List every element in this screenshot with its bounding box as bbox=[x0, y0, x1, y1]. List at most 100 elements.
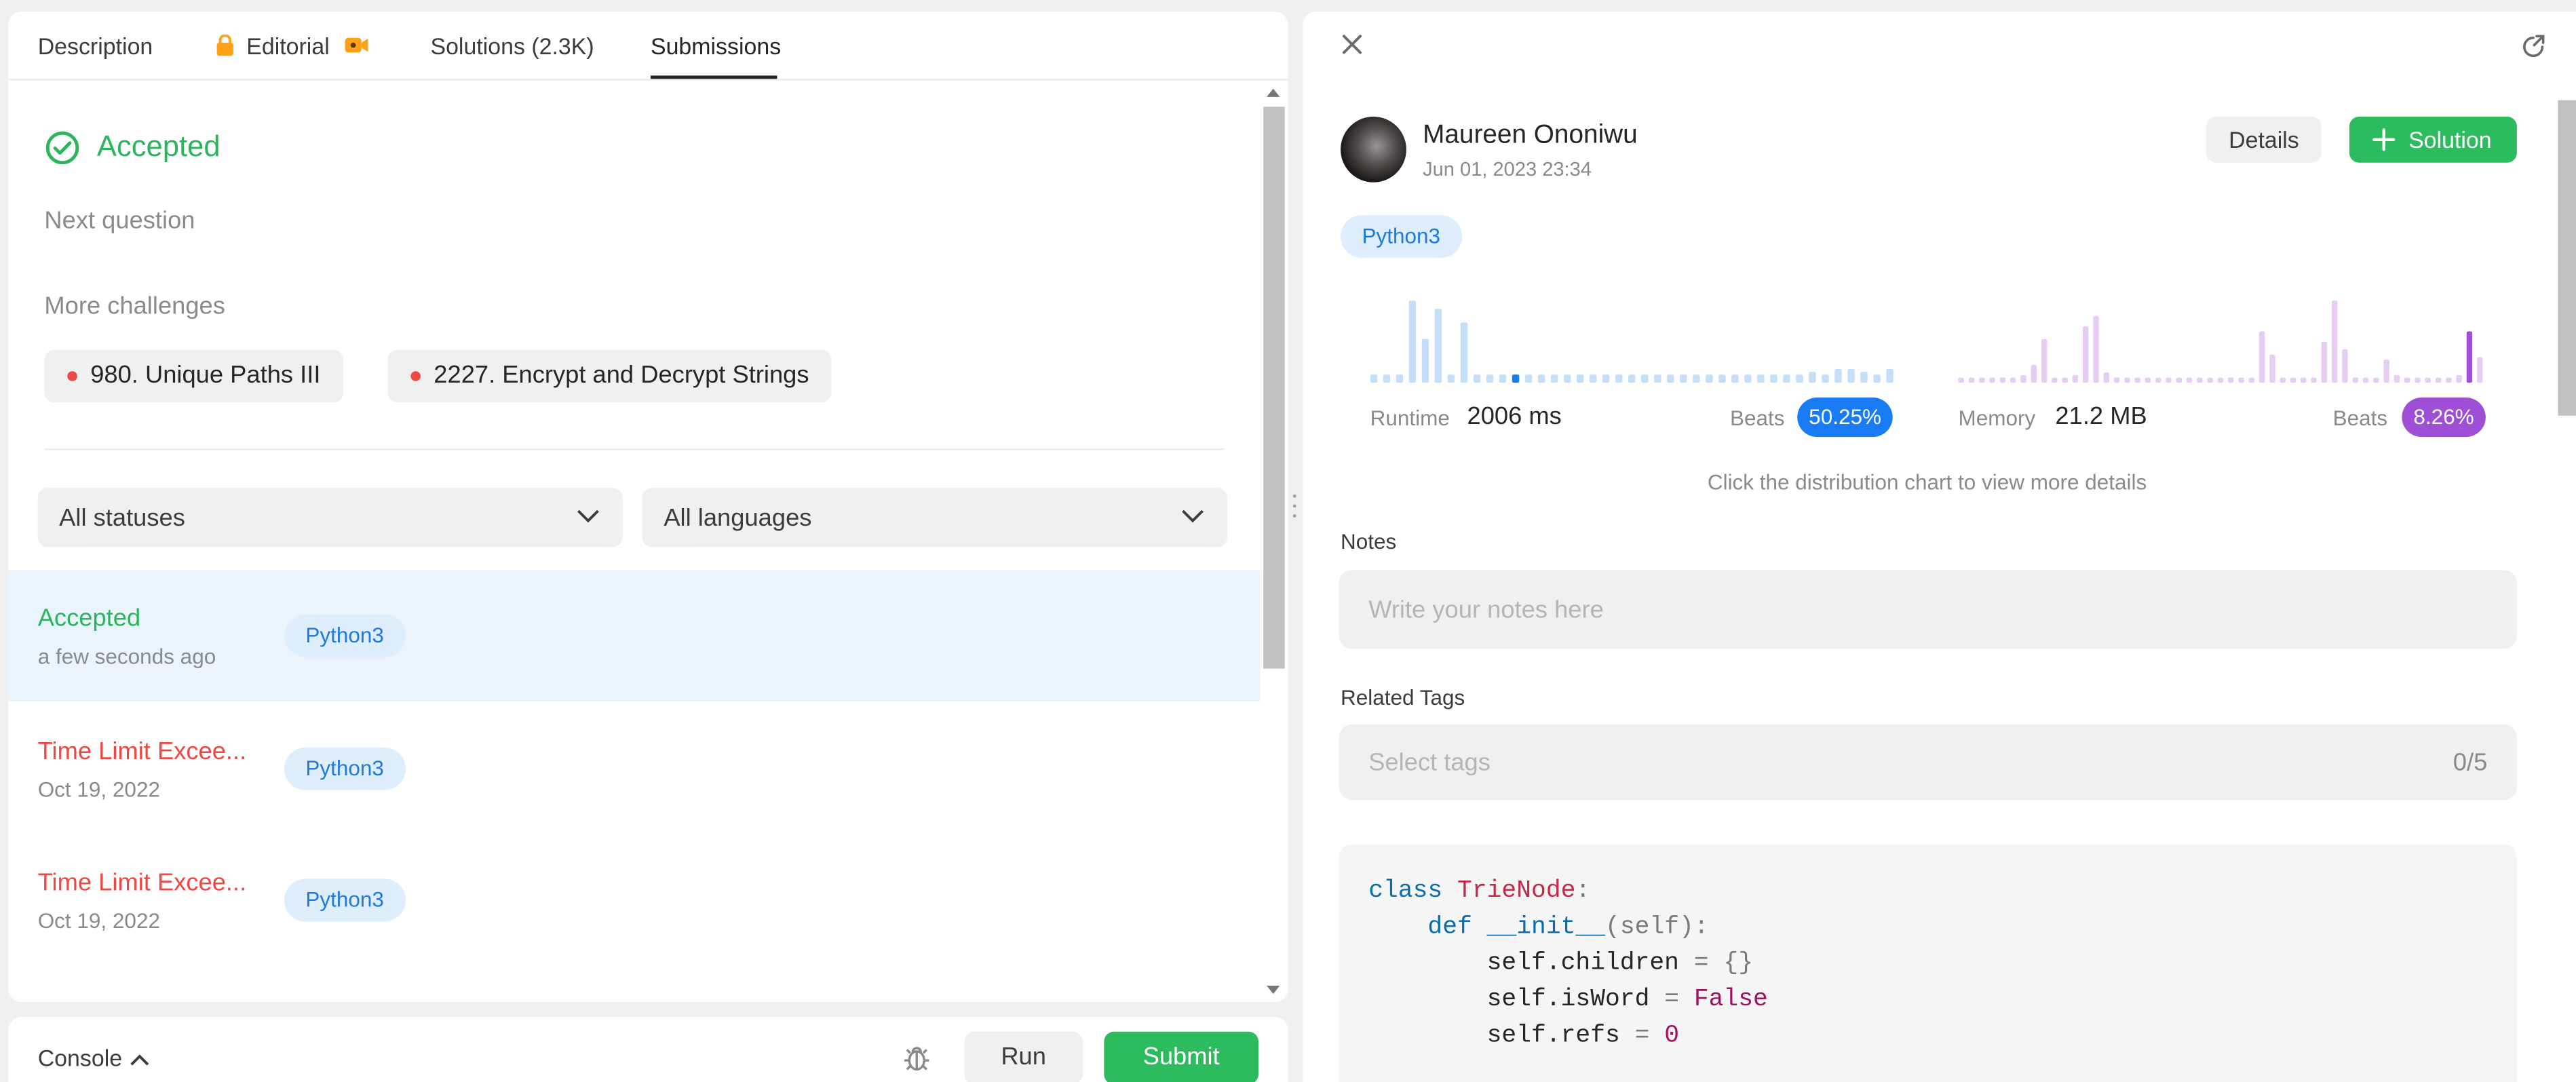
distribution-bar[interactable] bbox=[2052, 377, 2058, 383]
distribution-bar[interactable] bbox=[2404, 377, 2410, 383]
tab-solutions[interactable]: Solutions (2.3K) bbox=[430, 33, 594, 59]
distribution-bar[interactable] bbox=[2041, 339, 2048, 383]
scrollbar[interactable] bbox=[1260, 81, 1288, 1003]
distribution-bar[interactable] bbox=[2394, 374, 2400, 383]
distribution-bar[interactable] bbox=[1589, 374, 1597, 383]
distribution-bar[interactable] bbox=[1383, 374, 1391, 383]
tab-editorial[interactable]: Editorial bbox=[246, 33, 330, 59]
distribution-bar[interactable] bbox=[1615, 374, 1623, 383]
distribution-bar[interactable] bbox=[2331, 301, 2338, 383]
open-external-icon[interactable] bbox=[2520, 33, 2547, 59]
post-solution-button[interactable]: Solution bbox=[2349, 116, 2517, 163]
scroll-down-icon[interactable] bbox=[1267, 985, 1280, 994]
submission-row[interactable]: Time Limit Excee... Oct 19, 2022 Python3 bbox=[8, 834, 1260, 966]
distribution-bar[interactable] bbox=[2352, 377, 2358, 383]
distribution-bar[interactable] bbox=[1576, 374, 1584, 383]
distribution-bar[interactable] bbox=[2124, 377, 2130, 383]
distribution-bar[interactable] bbox=[2207, 377, 2213, 383]
distribution-bar[interactable] bbox=[1667, 374, 1674, 383]
distribution-bar[interactable] bbox=[2031, 364, 2037, 383]
distribution-bar[interactable] bbox=[2113, 377, 2120, 383]
distribution-bar[interactable] bbox=[2425, 377, 2431, 383]
scrollbar-thumb[interactable] bbox=[2558, 100, 2576, 416]
distribution-bar[interactable] bbox=[1473, 374, 1481, 383]
distribution-bar[interactable] bbox=[1860, 372, 1868, 383]
distribution-bar[interactable] bbox=[1706, 374, 1713, 383]
distribution-bar[interactable] bbox=[1421, 339, 1429, 383]
distribution-bar[interactable] bbox=[1834, 369, 1842, 383]
tab-description[interactable]: Description bbox=[38, 33, 153, 59]
distribution-bar[interactable] bbox=[2228, 377, 2234, 383]
distribution-bar[interactable] bbox=[2103, 372, 2109, 383]
distribution-bar[interactable] bbox=[2321, 341, 2328, 383]
distribution-bar[interactable] bbox=[2435, 377, 2442, 383]
distribution-bar[interactable] bbox=[1447, 374, 1455, 383]
distribution-bar[interactable] bbox=[2373, 377, 2379, 383]
distribution-bar[interactable] bbox=[1460, 322, 1468, 383]
notes-input[interactable] bbox=[1339, 570, 2517, 649]
distribution-bar[interactable] bbox=[2062, 377, 2068, 383]
distribution-bar[interactable] bbox=[2301, 377, 2307, 383]
distribution-bar[interactable] bbox=[1731, 374, 1739, 383]
distribution-bar[interactable] bbox=[1499, 374, 1507, 383]
distribution-bar[interactable] bbox=[2456, 374, 2462, 383]
distribution-bar[interactable] bbox=[1989, 377, 1995, 383]
close-icon[interactable] bbox=[1341, 33, 1364, 56]
submission-row[interactable]: Time Limit Excee... Oct 19, 2022 Python3 bbox=[8, 703, 1260, 834]
distribution-bar[interactable] bbox=[1486, 374, 1494, 383]
user-name[interactable]: Maureen Ononiwu bbox=[1423, 121, 1638, 151]
distribution-bar[interactable] bbox=[2093, 315, 2099, 383]
distribution-bar[interactable] bbox=[2248, 377, 2255, 383]
distribution-bar[interactable] bbox=[1680, 374, 1687, 383]
distribution-bar[interactable] bbox=[1757, 374, 1765, 383]
distribution-bar[interactable] bbox=[2258, 331, 2265, 383]
distribution-bar[interactable] bbox=[1809, 372, 1816, 383]
code-block[interactable]: class TrieNode: def __init__(self): self… bbox=[1339, 844, 2517, 1082]
tags-select[interactable]: Select tags 0/5 bbox=[1339, 724, 2517, 800]
distribution-bar[interactable] bbox=[2383, 360, 2389, 383]
distribution-bar[interactable] bbox=[2238, 377, 2244, 383]
distribution-bar[interactable] bbox=[1744, 374, 1752, 383]
bug-icon[interactable] bbox=[902, 1043, 931, 1073]
distribution-bar[interactable] bbox=[1847, 369, 1855, 383]
distribution-bar[interactable] bbox=[1693, 374, 1700, 383]
scrollbar[interactable] bbox=[2555, 81, 2576, 1082]
challenge-link[interactable]: 2227. Encrypt and Decrypt Strings bbox=[387, 349, 832, 403]
distribution-bar[interactable] bbox=[1396, 374, 1404, 383]
challenge-link[interactable]: 980. Unique Paths III bbox=[44, 349, 344, 403]
submit-button[interactable]: Submit bbox=[1104, 1031, 1258, 1082]
distribution-bar[interactable] bbox=[1873, 374, 1881, 383]
distribution-bar[interactable] bbox=[1886, 369, 1893, 383]
distribution-bar[interactable] bbox=[2134, 377, 2140, 383]
distribution-bar[interactable] bbox=[1550, 374, 1558, 383]
distribution-bar[interactable] bbox=[1641, 374, 1649, 383]
distribution-bar[interactable] bbox=[1979, 377, 1985, 383]
distribution-bar[interactable] bbox=[2290, 377, 2296, 383]
distribution-bar[interactable] bbox=[1796, 374, 1803, 383]
distribution-bar[interactable] bbox=[2446, 377, 2452, 383]
distribution-bar[interactable] bbox=[1563, 374, 1571, 383]
scroll-up-icon[interactable] bbox=[1267, 88, 1280, 97]
distribution-bar[interactable] bbox=[1537, 374, 1545, 383]
distribution-bar[interactable] bbox=[2155, 377, 2161, 383]
distribution-bar[interactable] bbox=[2280, 377, 2286, 383]
run-button[interactable]: Run bbox=[964, 1031, 1083, 1082]
distribution-bar[interactable] bbox=[1524, 374, 1533, 383]
distribution-bar[interactable] bbox=[1434, 309, 1442, 383]
distribution-bar[interactable] bbox=[2311, 377, 2317, 383]
panel-resize-handle[interactable] bbox=[1291, 494, 1298, 527]
distribution-bar[interactable] bbox=[1512, 374, 1520, 383]
distribution-bar[interactable] bbox=[1602, 374, 1610, 383]
submission-row[interactable]: Accepted a few seconds ago Python3 bbox=[8, 570, 1261, 702]
distribution-bar[interactable] bbox=[2176, 377, 2183, 383]
details-button[interactable]: Details bbox=[2206, 116, 2322, 163]
distribution-bar[interactable] bbox=[2145, 377, 2151, 383]
distribution-bar[interactable] bbox=[2083, 326, 2089, 383]
distribution-bar[interactable] bbox=[2020, 374, 2026, 383]
distribution-bar[interactable] bbox=[1822, 374, 1829, 383]
distribution-bar[interactable] bbox=[1718, 374, 1726, 383]
distribution-bar[interactable] bbox=[2166, 377, 2172, 383]
distribution-bar[interactable] bbox=[2477, 357, 2483, 383]
distribution-bar[interactable] bbox=[1783, 374, 1790, 383]
distribution-bar[interactable] bbox=[1654, 374, 1661, 383]
